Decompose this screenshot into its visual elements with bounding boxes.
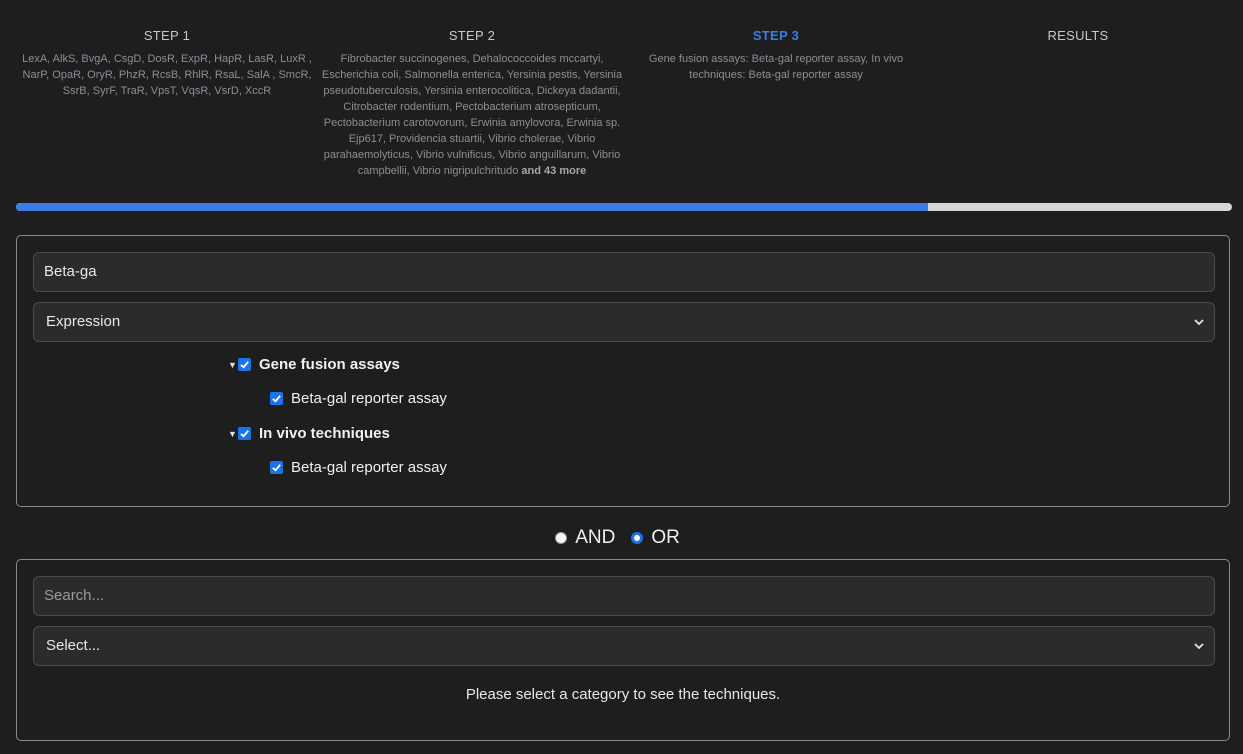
and-label: AND [575,527,616,548]
category-select-value: Select... [46,637,101,654]
technique-filter-panel-2: Search... Select... Please select a cate… [16,559,1230,741]
stepper: STEP 1 LexA, AlkS, BvgA, CsgD, DosR, Exp… [16,0,1232,200]
technique-filter-panel-1: Beta-ga Expression ▼ Gene fusion assays … [16,235,1230,507]
logic-operator-group: AND OR [0,527,1243,549]
category-select[interactable]: Expression [33,302,1215,342]
step-1-title: STEP 1 [143,28,191,43]
step-3-title: STEP 3 [752,28,800,43]
step-results-title: RESULTS [1047,28,1109,43]
search-input[interactable]: Search... [33,576,1215,616]
step-2-summary: Fibrobacter succinogenes, Dehalococcoide… [320,51,624,179]
and-radio[interactable] [555,532,568,544]
check-icon [272,395,281,403]
step-3[interactable]: STEP 3 Gene fusion assays: Beta-gal repo… [630,28,922,83]
checkbox-beta-gal-1[interactable] [270,392,283,405]
tree-item-beta-gal-2[interactable]: Beta-gal reporter assay [270,459,447,476]
step-results[interactable]: RESULTS [924,28,1232,51]
check-icon [272,464,281,472]
chevron-down-icon [1194,643,1204,650]
progress-fill [16,203,928,211]
tree-group-label: Gene fusion assays [259,356,400,373]
tree-group-gene-fusion[interactable]: ▼ Gene fusion assays [228,356,400,373]
step-2-title: STEP 2 [448,28,496,43]
check-icon [240,361,249,369]
tree-item-label: Beta-gal reporter assay [291,459,447,476]
step-1[interactable]: STEP 1 LexA, AlkS, BvgA, CsgD, DosR, Exp… [16,28,318,99]
category-select-value: Expression [46,313,121,330]
search-input[interactable]: Beta-ga [33,252,1215,292]
tree-item-beta-gal-1[interactable]: Beta-gal reporter assay [270,390,447,407]
step-2-summary-text: Fibrobacter succinogenes, Dehalococcoide… [321,53,623,177]
category-select[interactable]: Select... [33,626,1215,666]
progress-bar [16,203,1232,211]
caret-down-icon[interactable]: ▼ [228,360,238,370]
empty-state-hint: Please select a category to see the tech… [465,686,781,703]
or-label: OR [651,527,680,548]
caret-down-icon[interactable]: ▼ [228,429,238,439]
check-icon [240,430,249,438]
checkbox-beta-gal-2[interactable] [270,461,283,474]
step-2-more: and 43 more [521,165,587,177]
step-2[interactable]: STEP 2 Fibrobacter succinogenes, Dehaloc… [320,28,624,179]
step-3-summary: Gene fusion assays: Beta-gal reporter as… [648,53,904,81]
and-option[interactable]: AND [555,527,615,549]
tree-item-label: Beta-gal reporter assay [291,390,447,407]
tree-group-label: In vivo techniques [259,425,390,442]
checkbox-in-vivo[interactable] [238,427,251,440]
or-option[interactable]: OR [631,527,680,549]
checkbox-gene-fusion[interactable] [238,358,251,371]
step-1-summary: LexA, AlkS, BvgA, CsgD, DosR, ExpR, HapR… [22,53,312,97]
or-radio[interactable] [631,532,644,544]
tree-group-in-vivo[interactable]: ▼ In vivo techniques [228,425,390,442]
chevron-down-icon [1194,319,1204,326]
